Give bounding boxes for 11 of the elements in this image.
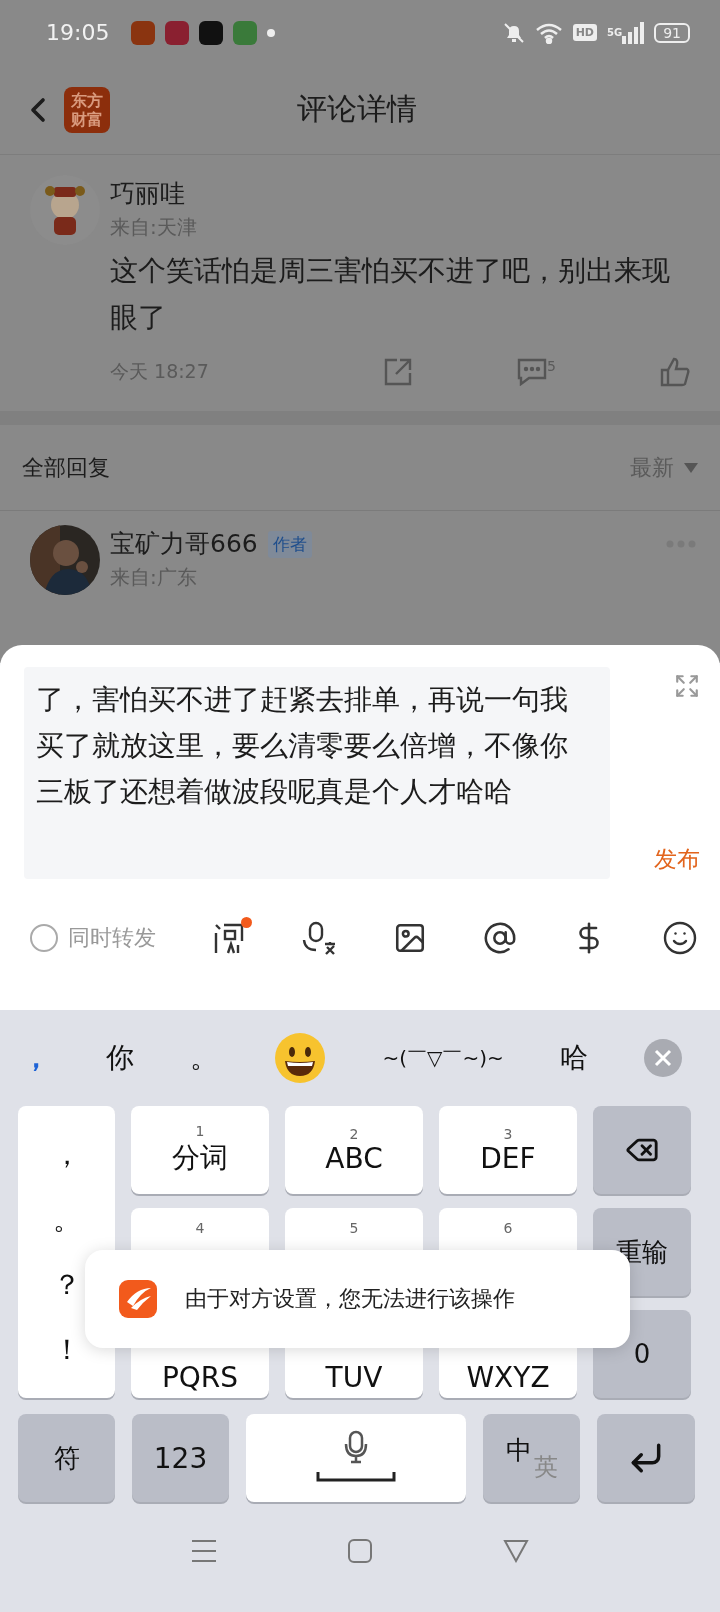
comment-text: 这个笑话怕是周三害怕买不进了吧，别出来现眼了 — [110, 253, 671, 336]
author-badge: 作者 — [267, 530, 312, 558]
app-logo: 东方 财富 — [64, 86, 110, 133]
status-time: 19:05 — [46, 20, 110, 45]
page-title: 评论详情 — [297, 90, 417, 128]
author-name: 宝矿力哥666 — [110, 528, 258, 560]
author-name: 巧丽哇 — [110, 178, 186, 210]
battery-level: 91 — [654, 22, 690, 43]
section-title: 全部回复 — [22, 453, 110, 482]
hd-label: HD — [572, 24, 597, 41]
network-label: 5G — [607, 27, 623, 38]
